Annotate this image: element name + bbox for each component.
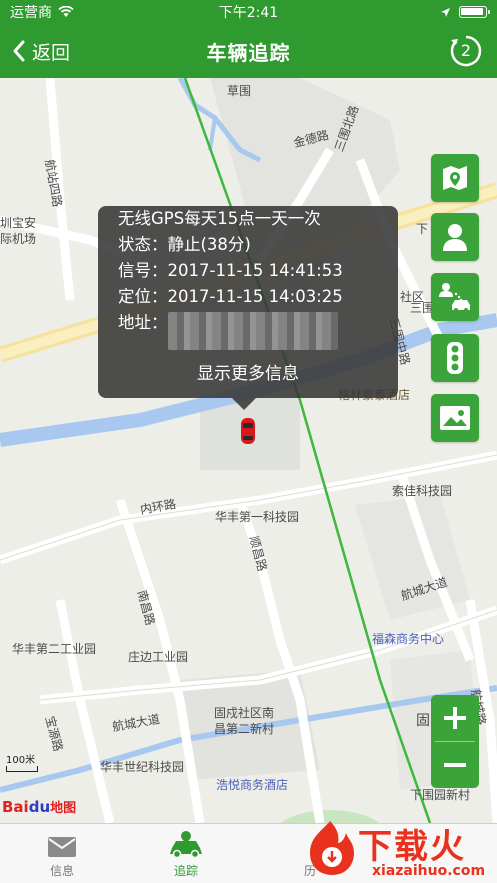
map-label: 昌第二新村 [214, 722, 275, 736]
nav-bar: 返回 车辆追踪 2 [0, 24, 497, 78]
refresh-count: 2 [460, 41, 472, 60]
map-label: 下 [416, 222, 429, 236]
map-label: 庄边工业园 [128, 650, 189, 664]
clock: 下午2:41 [218, 5, 279, 21]
map-scale: 100米 [6, 751, 38, 772]
mail-icon [48, 837, 76, 857]
status-bar: 运营商 下午2:41 [0, 0, 497, 24]
user-icon [443, 224, 467, 251]
vehicle-info-popup: 无线GPS每天15点一天一次 状态：静止(38分) 信号：2017-11-15 … [98, 206, 398, 410]
map-label: 华丰第二工业园 [12, 642, 97, 656]
map-label: 际机场 [0, 232, 37, 246]
chevron-left-icon [13, 40, 25, 62]
plus-icon [444, 707, 466, 729]
scale-bar [6, 766, 38, 772]
logo-text: du [28, 798, 51, 816]
logo-text: Bai [2, 798, 29, 816]
satellite-view-button[interactable] [431, 394, 479, 442]
zoom-out-button[interactable] [431, 742, 479, 788]
map-label: 华丰第一科技园 [215, 510, 300, 524]
baidu-map-logo: Baidu地图 [2, 797, 76, 816]
locate-row: 定位：2017-11-15 14:03:25 [118, 284, 398, 310]
image-icon [440, 406, 470, 430]
address-redacted [167, 312, 338, 350]
car-marker-icon[interactable] [240, 417, 256, 445]
tab-label: 追踪 [173, 864, 198, 878]
map-label: 固 [416, 713, 430, 729]
signal-row: 信号：2017-11-15 14:41:53 [118, 258, 398, 284]
address-row: 地址： [118, 310, 398, 350]
zoom-control [431, 695, 479, 788]
traffic-light-icon [447, 342, 463, 374]
location-arrow-icon [441, 7, 450, 17]
my-location-button[interactable] [431, 213, 479, 261]
address-label: 地址： [118, 313, 168, 332]
tab-info[interactable]: 信息 [0, 824, 124, 883]
person-and-car-button[interactable] [431, 273, 479, 321]
locate-label: 定位： [118, 287, 168, 306]
map-label: 草围 [227, 84, 252, 98]
flame-logo-icon [310, 821, 354, 875]
map-type-button[interactable] [431, 154, 479, 202]
map-label: 下围园新村 [410, 788, 471, 802]
zoom-in-button[interactable] [431, 695, 479, 741]
back-label: 返回 [32, 41, 71, 64]
status-value: 静止(38分) [167, 235, 251, 254]
status-label: 状态： [118, 235, 168, 254]
tab-label: 信息 [49, 864, 74, 878]
status-row: 状态：静止(38分) [118, 232, 398, 258]
minus-icon [444, 763, 466, 767]
site-watermark: 下载火 xiazaihuo.com [300, 817, 497, 883]
map-label: 圳宝安 [0, 216, 37, 230]
page-title: 车辆追踪 [206, 40, 291, 65]
show-more-info-button[interactable]: 显示更多信息 [98, 359, 398, 384]
map-label: 福森商务中心 [372, 632, 445, 646]
signal-label: 信号： [118, 261, 168, 280]
map-label: 浩悦商务酒店 [216, 778, 289, 792]
locate-value: 2017-11-15 14:03:25 [167, 287, 343, 306]
scale-label: 100米 [6, 755, 36, 766]
refresh-countdown-button[interactable]: 2 [449, 34, 483, 68]
person-car-icon [439, 283, 470, 312]
map-view[interactable]: 草围 金德路 三围北路 航站四路 圳宝安 际机场 社区 下 三围 三围中路 格林… [0, 78, 497, 823]
wifi-icon [58, 6, 74, 17]
map-label: 固戍社区南 [214, 706, 275, 720]
map-label: 索佳科技园 [392, 484, 453, 498]
back-button[interactable]: 返回 [12, 24, 70, 78]
map-pin-icon [443, 166, 467, 190]
logo-text: 地图 [50, 801, 77, 816]
signal-value: 2017-11-15 14:41:53 [167, 261, 343, 280]
device-type-line: 无线GPS每天15点一天一次 [118, 209, 321, 228]
battery-icon [459, 6, 490, 18]
tab-tracking[interactable]: 追踪 [124, 824, 248, 883]
traffic-button[interactable] [431, 334, 479, 382]
watermark-url: xiazaihuo.com [372, 863, 486, 879]
map-label: 华丰世纪科技园 [100, 760, 185, 774]
carrier-label: 运营商 [10, 5, 52, 21]
watermark-title: 下载火 [358, 827, 466, 867]
car-icon [170, 831, 202, 858]
